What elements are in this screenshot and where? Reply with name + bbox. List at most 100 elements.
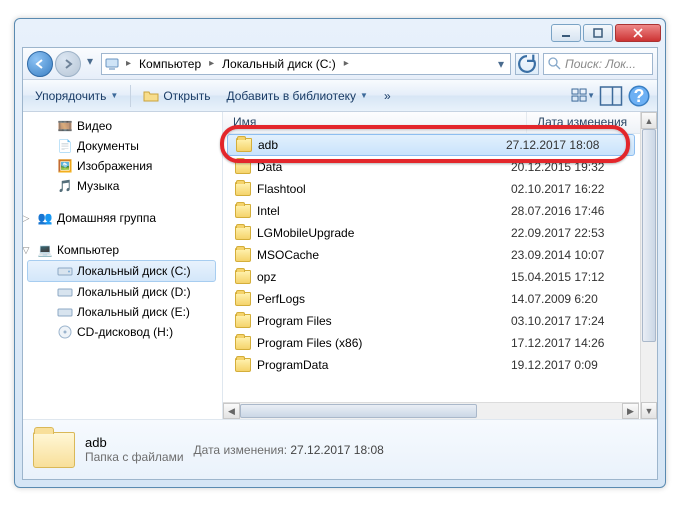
table-row[interactable]: Flashtool02.10.2017 16:22: [223, 178, 639, 200]
client-area: ▾ ▸ Компьютер ▸ Локальный диск (C:) ▸ ▾ …: [22, 47, 658, 480]
view-menu[interactable]: ▼: [571, 84, 595, 108]
file-date: 19.12.2017 0:09: [511, 358, 639, 372]
horizontal-scroll-thumb[interactable]: [240, 404, 477, 418]
tree-disk-c[interactable]: Локальный диск (C:): [27, 260, 216, 282]
file-date: 22.09.2017 22:53: [511, 226, 639, 240]
folder-icon: [33, 432, 75, 468]
tree-cd-drive[interactable]: CD-дисковод (H:): [27, 322, 222, 342]
folder-icon: [235, 248, 251, 262]
file-date: 27.12.2017 18:08: [506, 138, 634, 152]
table-row[interactable]: Intel28.07.2016 17:46: [223, 200, 639, 222]
tree-documents[interactable]: 📄Документы: [27, 136, 222, 156]
file-name: PerfLogs: [257, 292, 511, 306]
folder-icon: [235, 270, 251, 284]
details-pane: adb Папка с файлами Дата изменения: 27.1…: [23, 419, 657, 479]
images-icon: 🖼️: [57, 158, 73, 174]
folder-icon: [235, 358, 251, 372]
tree-disk-d[interactable]: Локальный диск (D:): [27, 282, 222, 302]
drive-icon: [57, 284, 73, 300]
address-bar[interactable]: ▸ Компьютер ▸ Локальный диск (C:) ▸ ▾: [101, 53, 511, 75]
explorer-window: ▾ ▸ Компьютер ▸ Локальный диск (C:) ▸ ▾ …: [14, 18, 666, 488]
details-date-label: Дата изменения:: [194, 443, 288, 457]
tree-homegroup[interactable]: ▷👥Домашняя группа: [27, 208, 222, 228]
minimize-button[interactable]: [551, 24, 581, 42]
table-row[interactable]: LGMobileUpgrade22.09.2017 22:53: [223, 222, 639, 244]
details-date-value: 27.12.2017 18:08: [290, 443, 383, 457]
navigation-tree[interactable]: 🎞️Видео 📄Документы 🖼️Изображения 🎵Музыка…: [23, 112, 223, 419]
preview-pane-button[interactable]: [599, 84, 623, 108]
expand-icon[interactable]: ▷: [23, 213, 31, 224]
scroll-up-button[interactable]: ▲: [641, 112, 657, 129]
file-list: Имя Дата изменения adb27.12.2017 18:08Da…: [223, 112, 657, 419]
documents-icon: 📄: [57, 138, 73, 154]
folder-icon: [235, 226, 251, 240]
file-date: 15.04.2015 17:12: [511, 270, 639, 284]
maximize-button[interactable]: [583, 24, 613, 42]
table-row[interactable]: Program Files03.10.2017 17:24: [223, 310, 639, 332]
details-name: adb: [85, 435, 184, 450]
scroll-down-button[interactable]: ▼: [641, 402, 657, 419]
file-name: opz: [257, 270, 511, 284]
tree-disk-e[interactable]: Локальный диск (E:): [27, 302, 222, 322]
table-row[interactable]: opz15.04.2015 17:12: [223, 266, 639, 288]
cd-icon: [57, 324, 73, 340]
scroll-right-button[interactable]: ▶: [622, 403, 639, 419]
table-row[interactable]: Program Files (x86)17.12.2017 14:26: [223, 332, 639, 354]
table-row[interactable]: MSOCache23.09.2014 10:07: [223, 244, 639, 266]
vertical-scroll-thumb[interactable]: [642, 129, 656, 342]
breadcrumb-disk-c[interactable]: Локальный диск (C:): [220, 57, 338, 71]
column-date[interactable]: Дата изменения: [527, 112, 657, 133]
file-name: Program Files (x86): [257, 336, 511, 350]
homegroup-icon: 👥: [37, 210, 53, 226]
file-date: 02.10.2017 16:22: [511, 182, 639, 196]
file-date: 20.12.2015 19:32: [511, 160, 639, 174]
search-input[interactable]: Поиск: Лок...: [543, 53, 653, 75]
table-row[interactable]: PerfLogs14.07.2009 6:20: [223, 288, 639, 310]
open-button[interactable]: Открыть: [137, 86, 216, 106]
folder-icon: [235, 204, 251, 218]
drive-icon: [57, 263, 73, 279]
file-date: 03.10.2017 17:24: [511, 314, 639, 328]
toolbar: Упорядочить▼ Открыть Добавить в библиоте…: [23, 80, 657, 112]
column-name[interactable]: Имя: [223, 112, 527, 133]
file-date: 14.07.2009 6:20: [511, 292, 639, 306]
collapse-icon[interactable]: ▽: [23, 245, 31, 256]
video-icon: 🎞️: [57, 118, 73, 134]
chevron-right-icon[interactable]: ▸: [342, 58, 351, 69]
back-button[interactable]: [27, 51, 53, 77]
table-row[interactable]: Data20.12.2015 19:32: [223, 156, 639, 178]
computer-icon: 💻: [37, 242, 53, 258]
organize-menu[interactable]: Упорядочить▼: [29, 87, 124, 105]
folder-icon: [235, 292, 251, 306]
close-button[interactable]: [615, 24, 661, 42]
add-to-library-menu[interactable]: Добавить в библиотеку▼: [220, 87, 373, 105]
file-name: MSOCache: [257, 248, 511, 262]
music-icon: 🎵: [57, 178, 73, 194]
details-type: Папка с файлами: [85, 450, 184, 464]
help-button[interactable]: ?: [627, 84, 651, 108]
chevron-right-icon[interactable]: ▸: [207, 58, 216, 69]
table-row[interactable]: ProgramData19.12.2017 0:09: [223, 354, 639, 376]
file-name: ProgramData: [257, 358, 511, 372]
refresh-button[interactable]: [515, 53, 539, 75]
file-date: 28.07.2016 17:46: [511, 204, 639, 218]
history-dropdown[interactable]: ▾: [83, 51, 97, 71]
vertical-scrollbar[interactable]: ▲ ▼: [640, 112, 657, 419]
horizontal-scrollbar[interactable]: ◀ ▶: [223, 402, 639, 419]
address-dropdown[interactable]: ▾: [494, 54, 508, 74]
scroll-left-button[interactable]: ◀: [223, 403, 240, 419]
file-name: Data: [257, 160, 511, 174]
tree-computer[interactable]: ▽💻Компьютер: [27, 240, 222, 260]
file-name: Program Files: [257, 314, 511, 328]
file-name: Intel: [257, 204, 511, 218]
toolbar-overflow[interactable]: »: [378, 87, 397, 105]
forward-button[interactable]: [55, 51, 81, 77]
breadcrumb-computer[interactable]: Компьютер: [137, 57, 203, 71]
tree-video[interactable]: 🎞️Видео: [27, 116, 222, 136]
chevron-right-icon[interactable]: ▸: [124, 58, 133, 69]
tree-images[interactable]: 🖼️Изображения: [27, 156, 222, 176]
table-row[interactable]: adb27.12.2017 18:08: [227, 134, 635, 156]
folder-icon: [236, 138, 252, 152]
tree-music[interactable]: 🎵Музыка: [27, 176, 222, 196]
search-placeholder: Поиск: Лок...: [565, 57, 636, 71]
